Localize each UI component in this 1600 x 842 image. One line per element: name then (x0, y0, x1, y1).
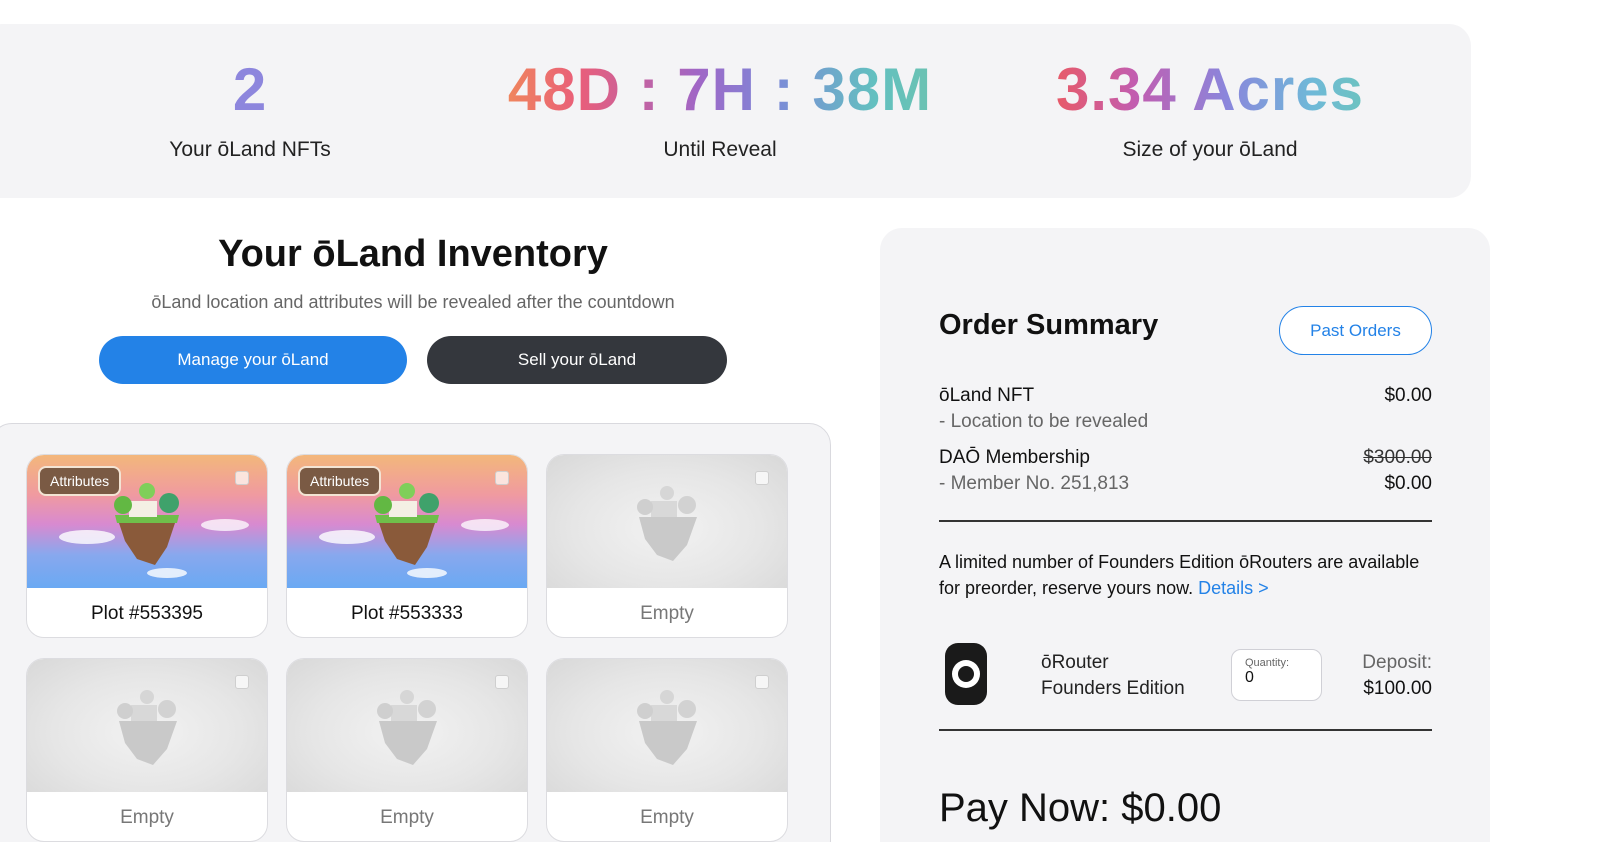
sell-land-button[interactable]: Sell your ōLand (427, 336, 727, 384)
card-caption: Empty (380, 806, 434, 828)
stat-land-size: 3.34 Acres Size of your ōLand (1040, 60, 1380, 162)
stat-land-size-value: 3.34 Acres (1040, 60, 1380, 120)
attributes-badge[interactable]: Attributes (38, 466, 122, 496)
placeholder-island-image (547, 659, 787, 792)
order-item-price: $0.00 (1384, 473, 1432, 494)
stat-nft-count-label: Your ōLand NFTs (169, 138, 331, 161)
stat-nft-count-value: 2 (232, 56, 268, 123)
order-summary-panel: Order Summary Past Orders ōLand NFT $0.0… (880, 228, 1490, 842)
card-caption: Empty (640, 602, 694, 624)
stat-nft-count: 2 Your ōLand NFTs (165, 60, 335, 162)
deposit-label: Deposit: (1362, 652, 1432, 673)
inventory-subtitle: ōLand location and attributes will be re… (151, 292, 675, 312)
empty-slot-card[interactable]: Empty (546, 454, 788, 638)
order-item-price: $0.00 (1384, 385, 1432, 406)
promo-message: A limited number of Founders Edition ōRo… (939, 552, 1420, 598)
select-checkbox[interactable] (235, 471, 249, 485)
stat-land-size-label: Size of your ōLand (1122, 138, 1298, 161)
select-checkbox[interactable] (755, 675, 769, 689)
quantity-label: Quantity: (1245, 657, 1290, 669)
inventory-grid: Attributes Plot #553395 Attributes Plot … (0, 423, 831, 842)
placeholder-island-image (27, 659, 267, 792)
land-card[interactable]: Attributes Plot #553333 (286, 454, 528, 638)
divider (939, 729, 1432, 731)
pay-now-total: Pay Now: $0.00 (939, 786, 1222, 830)
deposit-value: $100.00 (1363, 678, 1432, 699)
order-item-name: ōLand NFT (939, 385, 1035, 406)
card-caption: Plot #553395 (91, 602, 203, 624)
router-name-line2: Founders Edition (1041, 678, 1185, 699)
select-checkbox[interactable] (495, 471, 509, 485)
stat-countdown-value: 48D : 7H : 38M (500, 60, 940, 120)
router-promo-text: A limited number of Founders Edition ōRo… (939, 549, 1432, 601)
empty-slot-card[interactable]: Empty (26, 658, 268, 842)
router-deposit: Deposit: $100.00 (1362, 650, 1432, 702)
order-item-detail-text: - Member No. 251,813 (939, 473, 1130, 494)
empty-slot-card[interactable]: Empty (286, 658, 528, 842)
order-item-name: DAŌ Membership (939, 447, 1090, 468)
inventory-title: Your ōLand Inventory (218, 233, 608, 275)
select-checkbox[interactable] (495, 675, 509, 689)
card-caption: Empty (640, 806, 694, 828)
router-icon (945, 643, 987, 705)
select-checkbox[interactable] (755, 471, 769, 485)
manage-land-button[interactable]: Manage your ōLand (99, 336, 407, 384)
stat-countdown: 48D : 7H : 38M Until Reveal (500, 60, 940, 162)
stat-countdown-label: Until Reveal (663, 138, 777, 161)
order-item-detail-text: - Location to be revealed (939, 411, 1149, 432)
land-card[interactable]: Attributes Plot #553395 (26, 454, 268, 638)
order-item-original-price: $300.00 (1363, 447, 1432, 468)
router-name-line1: ōRouter (1041, 652, 1109, 673)
order-summary-title: Order Summary (939, 309, 1159, 341)
select-checkbox[interactable] (235, 675, 249, 689)
placeholder-island-image (547, 455, 787, 588)
quantity-field[interactable]: Quantity: (1231, 649, 1322, 701)
card-caption: Empty (120, 806, 174, 828)
empty-slot-card[interactable]: Empty (546, 658, 788, 842)
details-link[interactable]: Details > (1198, 578, 1269, 598)
divider (939, 520, 1432, 522)
card-caption: Plot #553333 (351, 602, 463, 624)
attributes-badge[interactable]: Attributes (298, 466, 382, 496)
past-orders-button[interactable]: Past Orders (1279, 306, 1432, 355)
stats-banner: 2 Your ōLand NFTs 48D : 7H : 38M Until R… (0, 24, 1471, 198)
quantity-input[interactable] (1245, 669, 1305, 687)
router-product-name: ōRouter Founders Edition (1041, 650, 1185, 702)
placeholder-island-image (287, 659, 527, 792)
